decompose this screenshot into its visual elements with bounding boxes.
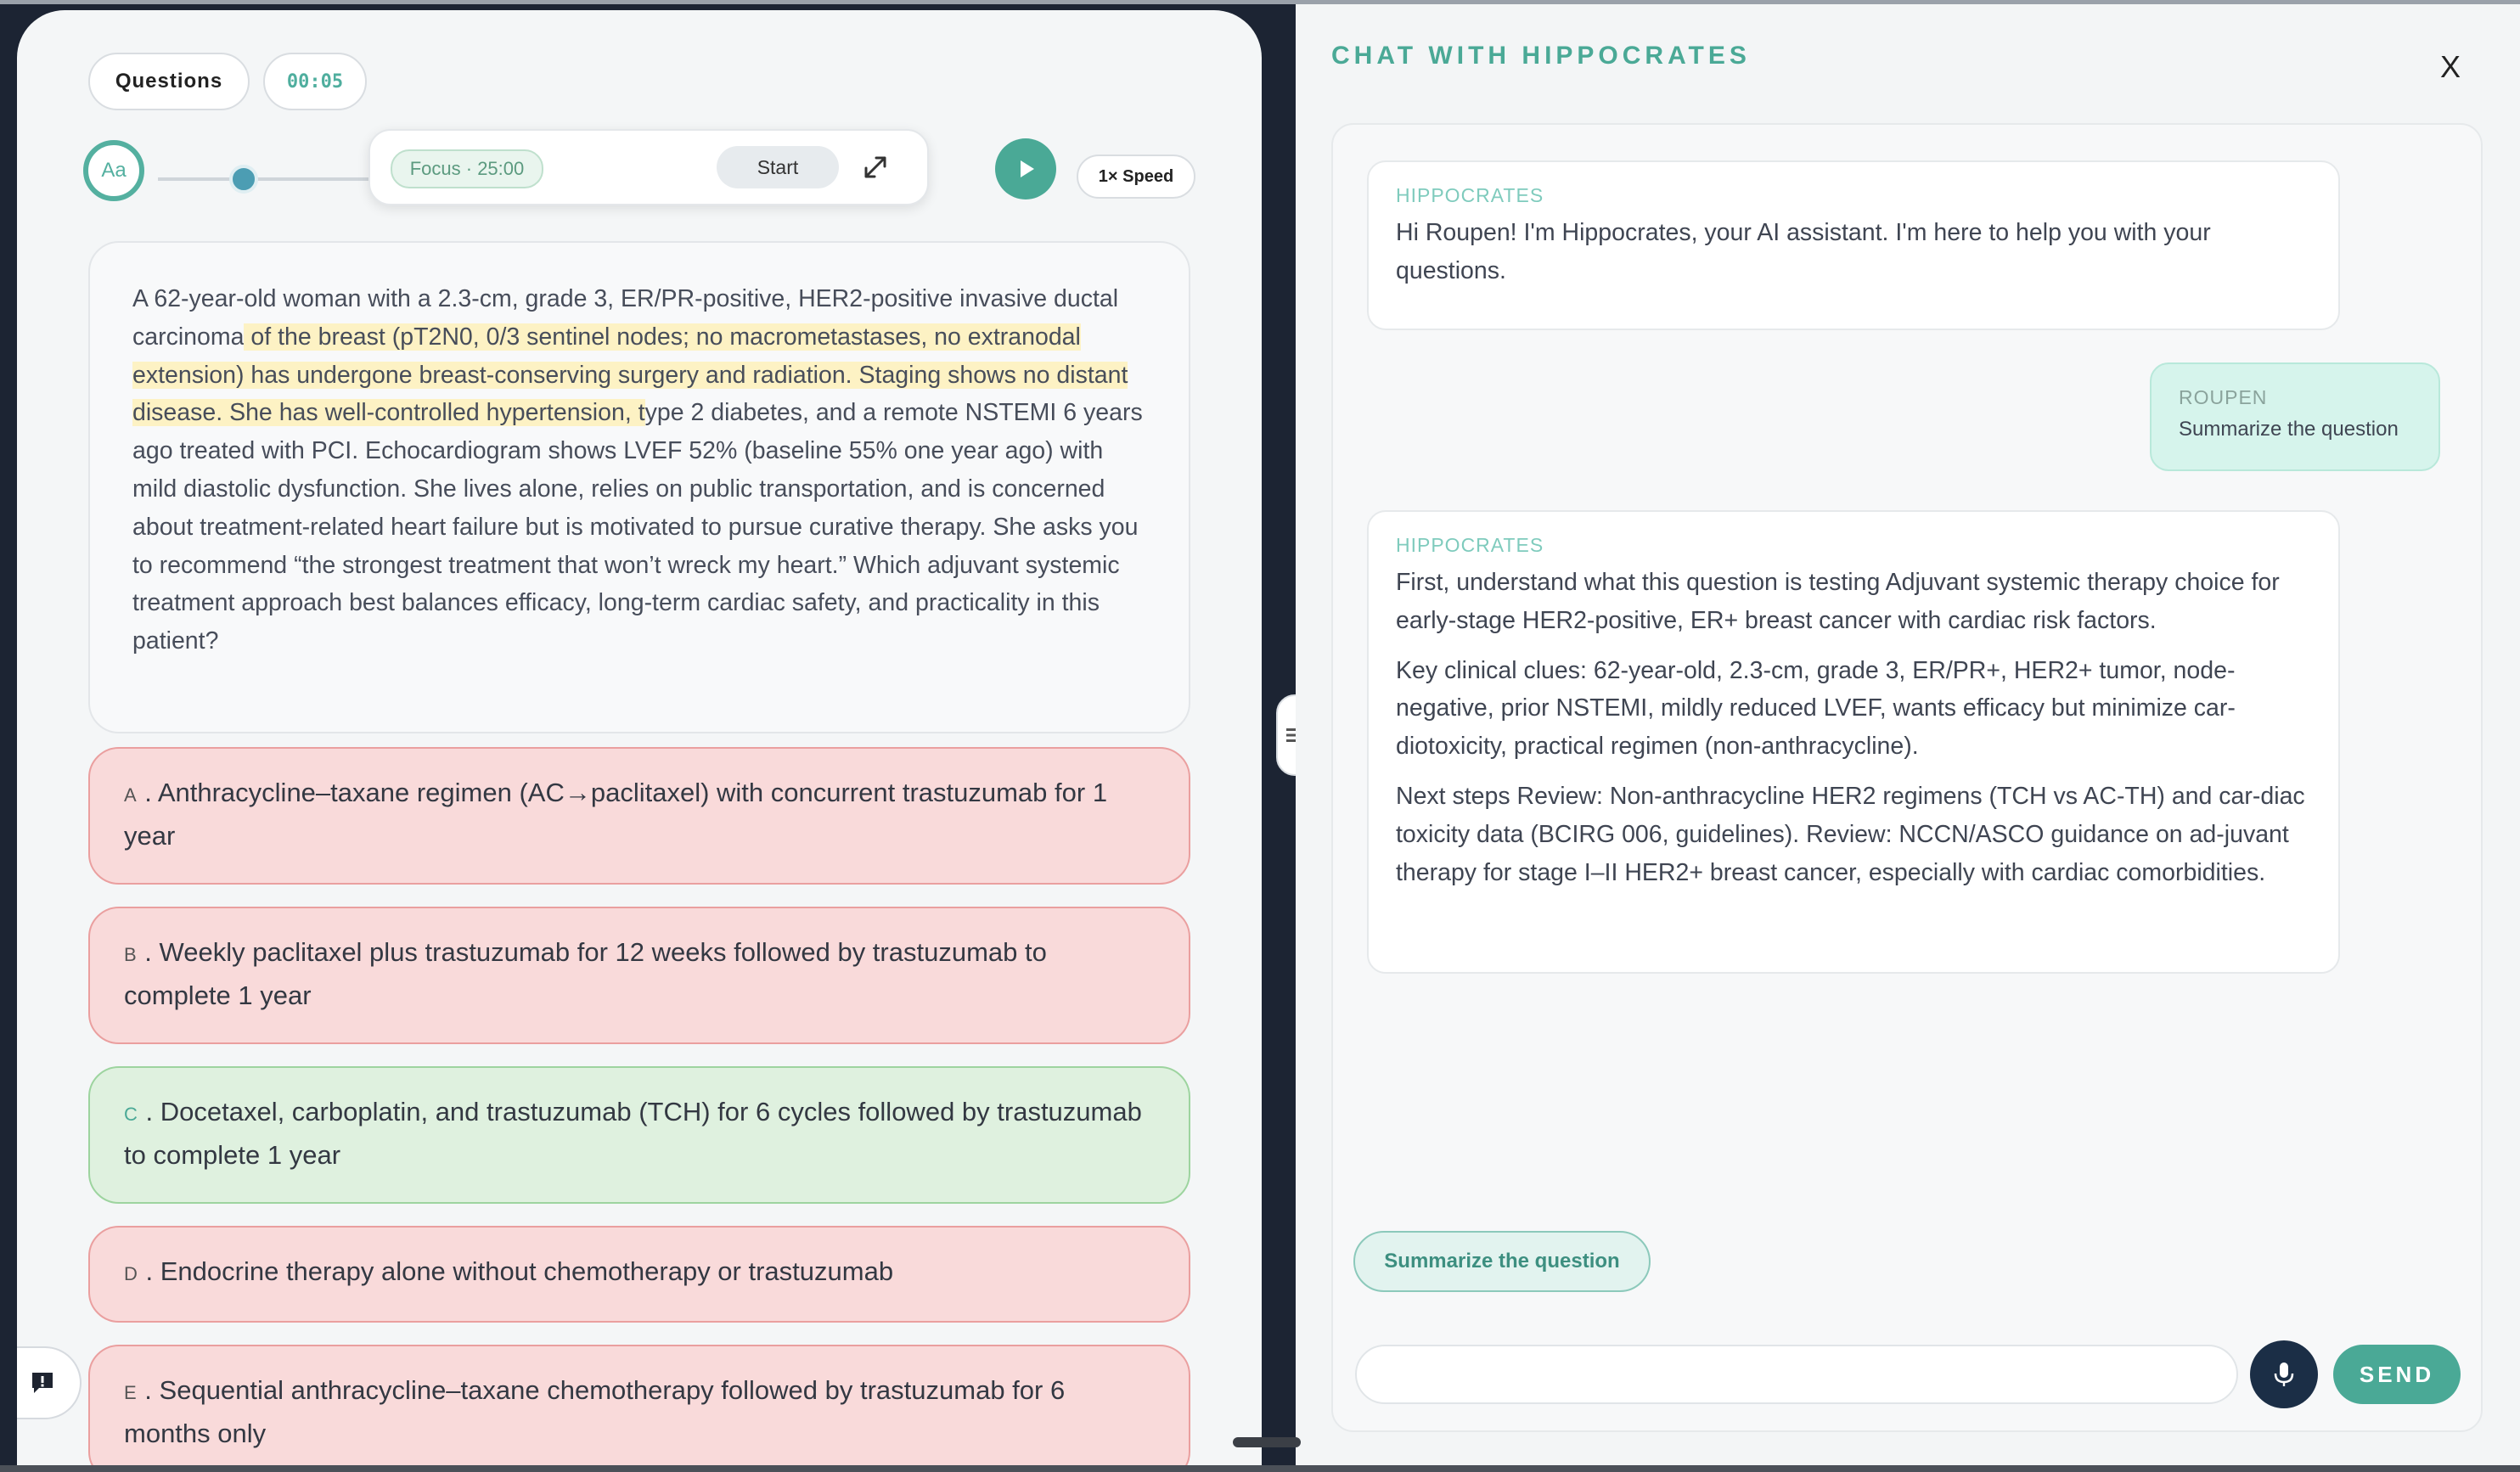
question-text-part2: ype 2 diabetes, and a remote NSTEMI 6 ye… (132, 399, 1143, 655)
play-icon (1021, 160, 1034, 177)
assistant-message: HIPPOCRATES First, understand what this … (1367, 510, 2340, 974)
answer-option-d[interactable]: D . Endocrine therapy alone without chem… (88, 1226, 1190, 1323)
send-button[interactable]: SEND (2333, 1345, 2461, 1404)
message-sender: ROUPEN (2179, 386, 2268, 408)
option-letter: B (124, 944, 138, 965)
report-issue-button[interactable] (17, 1346, 82, 1419)
mic-icon (2274, 1362, 2294, 1386)
speed-button[interactable]: 1× Speed (1077, 155, 1195, 199)
message-body: Summarize the question (2179, 418, 2399, 441)
option-letter: E (124, 1382, 138, 1403)
answer-option-e[interactable]: E . Sequential anthracycline–taxane chem… (88, 1345, 1190, 1472)
question-stem-card: A 62-year-old woman with a 2.3-cm, grade… (88, 241, 1190, 733)
report-icon (32, 1373, 53, 1393)
message-paragraph: Next steps Review: Non-anthracycline HER… (1396, 782, 2305, 886)
question-stem: A 62-year-old woman with a 2.3-cm, grade… (132, 280, 1151, 660)
option-letter: D (124, 1263, 138, 1284)
focus-badge: Focus · 25:00 (391, 149, 543, 188)
answer-option-b[interactable]: B . Weekly paclitaxel plus trastuzumab f… (88, 907, 1190, 1044)
timer-display: 00:05 (263, 53, 367, 110)
answer-option-c[interactable]: C . Docetaxel, carboplatin, and trastuzu… (88, 1066, 1190, 1204)
chat-input[interactable] (1355, 1345, 2238, 1404)
option-text: Weekly paclitaxel plus trastuzumab for 1… (124, 937, 1047, 1010)
user-message: ROUPEN Summarize the question (2150, 362, 2440, 471)
option-letter: C (124, 1104, 138, 1125)
option-letter: A (124, 784, 138, 806)
horizontal-scrollbar[interactable] (1233, 1437, 1301, 1447)
mic-button[interactable] (2250, 1340, 2318, 1408)
message-paragraph: Key clinical clues: 62-year-old, 2.3-cm,… (1396, 656, 2236, 761)
expand-icon[interactable] (863, 155, 888, 180)
font-size-slider-track[interactable] (158, 177, 379, 181)
close-chat-button[interactable]: X (2425, 42, 2476, 93)
question-panel: Questions 00:05 Aa Focus · 25:00 Start 1… (17, 10, 1262, 1472)
message-paragraph: Hi Roupen! I'm Hippocrates, your AI assi… (1396, 219, 2211, 284)
option-text: Sequential anthracycline–taxane chemothe… (124, 1375, 1066, 1448)
chat-title: CHAT WITH HIPPOCRATES (1331, 42, 1751, 70)
message-sender: HIPPOCRATES (1396, 184, 1544, 206)
assistant-message: HIPPOCRATES Hi Roupen! I'm Hippocrates, … (1367, 160, 2340, 330)
option-text: Endocrine therapy alone without chemothe… (160, 1256, 894, 1286)
option-text: Anthracycline–taxane regimen (AC→paclita… (124, 778, 1108, 851)
focus-timer-bar: Focus · 25:00 Start (368, 129, 929, 205)
message-sender: HIPPOCRATES (1396, 534, 1544, 556)
play-button[interactable] (995, 138, 1056, 199)
font-size-button[interactable]: Aa (83, 140, 144, 201)
focus-start-button[interactable]: Start (717, 146, 839, 188)
answer-option-a[interactable]: A . Anthracycline–taxane regimen (AC→pac… (88, 747, 1190, 885)
option-text: Docetaxel, carboplatin, and trastuzumab … (124, 1097, 1142, 1170)
font-size-slider-knob[interactable] (229, 165, 258, 194)
suggestion-chip[interactable]: Summarize the question (1353, 1231, 1651, 1292)
questions-button[interactable]: Questions (88, 53, 250, 110)
message-paragraph: First, understand what this question is … (1396, 569, 2280, 634)
window-bottom-edge (0, 1465, 2520, 1472)
